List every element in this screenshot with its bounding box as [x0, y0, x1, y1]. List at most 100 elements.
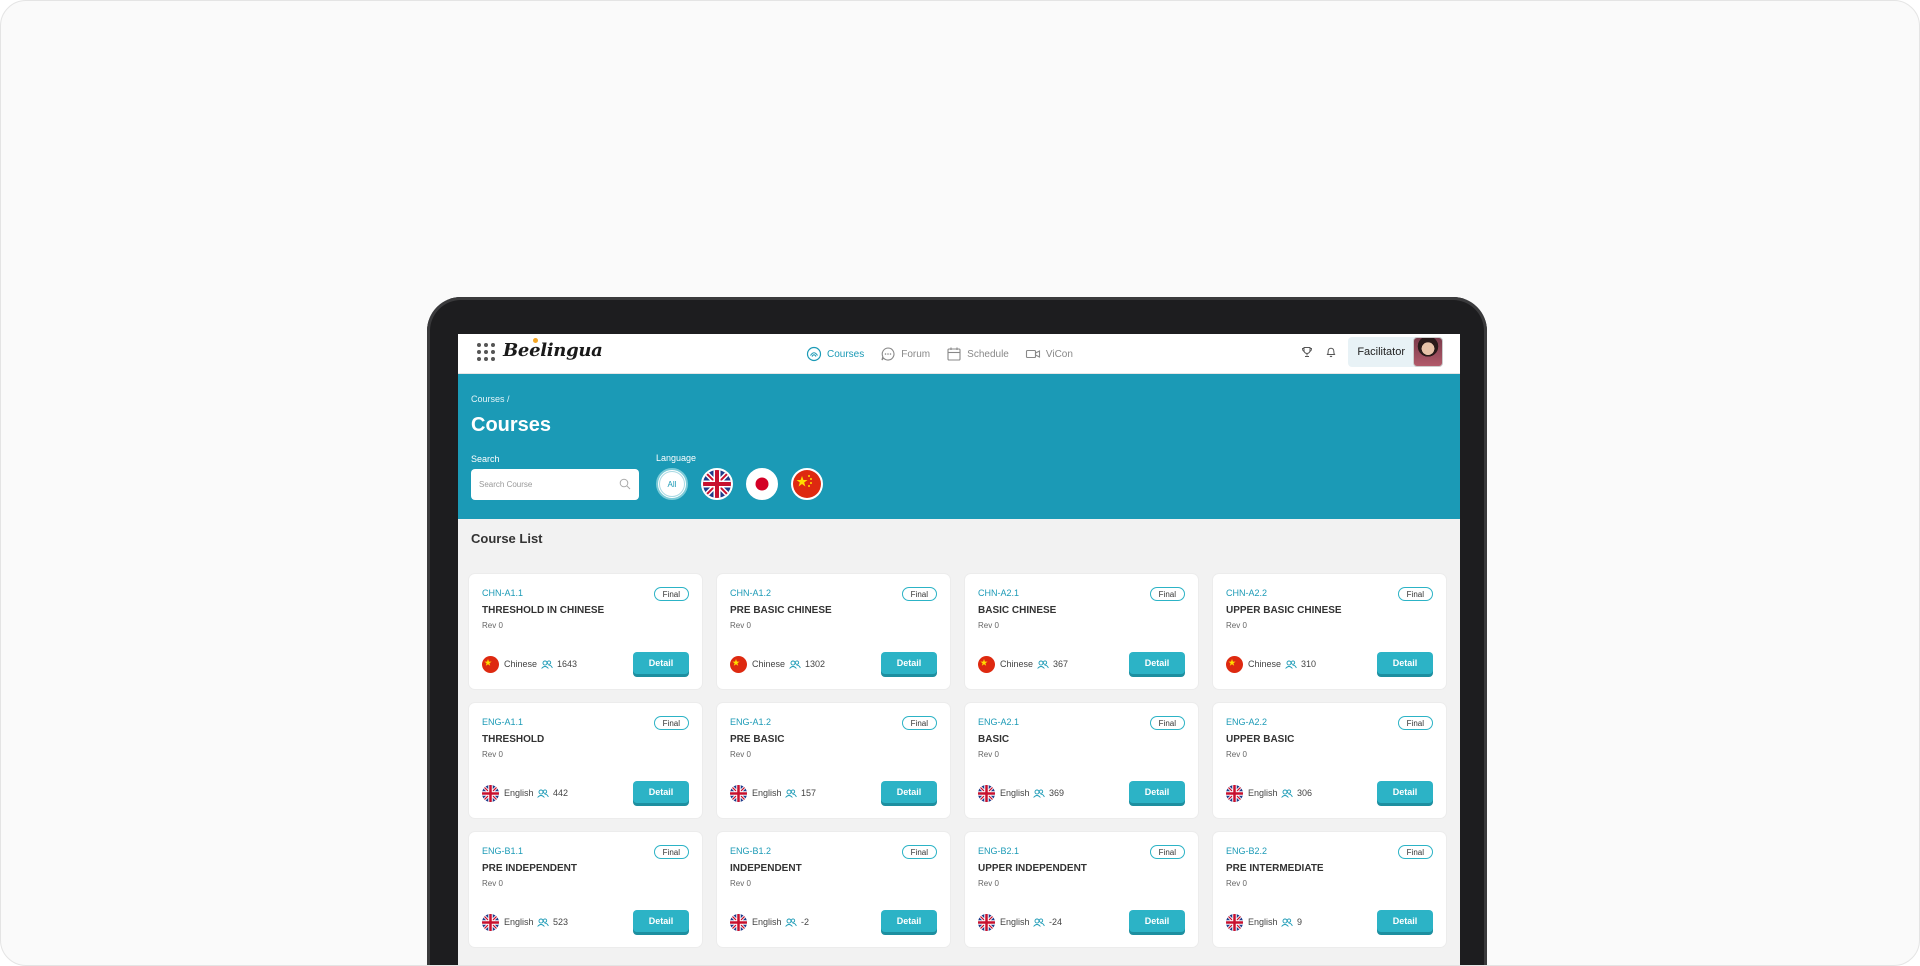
- nav-forum[interactable]: Forum: [880, 346, 930, 362]
- user-area: Facilitator: [1300, 337, 1443, 367]
- course-card[interactable]: ENG-A2.2 Final UPPER BASIC Rev 0 English 306 D…: [1213, 703, 1446, 818]
- enrolled-count: 306: [1281, 788, 1312, 798]
- top-navigation-bar: Beelingua Courses Forum Schedule ViCon F…: [458, 334, 1460, 374]
- enrolled-count: 1643: [541, 659, 577, 669]
- trophy-button[interactable]: [1300, 345, 1314, 359]
- china-flag-icon: [482, 656, 499, 673]
- detail-button[interactable]: Detail: [881, 652, 937, 674]
- course-name: BASIC CHINESE: [978, 605, 1057, 616]
- status-badge: Final: [653, 845, 689, 859]
- trophy-icon: [1302, 347, 1313, 357]
- course-code: ENG-A1.1: [482, 717, 524, 727]
- nav-courses[interactable]: Courses: [806, 346, 864, 362]
- notification-button[interactable]: [1324, 345, 1338, 359]
- users-icon: [1033, 917, 1045, 927]
- nav-schedule[interactable]: Schedule: [946, 346, 1009, 362]
- users-icon: [785, 917, 797, 927]
- detail-button[interactable]: Detail: [1377, 652, 1433, 674]
- app-logo[interactable]: Beelingua: [503, 340, 603, 361]
- course-card[interactable]: CHN-A2.2 Final UPPER BASIC CHINESE Rev 0 Chi…: [1213, 574, 1446, 689]
- course-card[interactable]: ENG-B2.1 Final UPPER INDEPENDENT Rev 0 Engli…: [965, 832, 1198, 947]
- detail-button[interactable]: Detail: [1129, 652, 1185, 674]
- enrolled-count: 9: [1281, 917, 1302, 927]
- course-name: THRESHOLD: [482, 734, 545, 745]
- detail-button[interactable]: Detail: [1129, 910, 1185, 932]
- course-card[interactable]: ENG-A1.2 Final PRE BASIC Rev 0 English 157 Det…: [717, 703, 950, 818]
- app-menu-grid-icon[interactable]: [477, 343, 495, 361]
- language-filter-all[interactable]: All: [656, 468, 688, 500]
- users-icon: [1281, 917, 1293, 927]
- detail-button[interactable]: Detail: [881, 910, 937, 932]
- course-card[interactable]: ENG-A2.1 Final BASIC Rev 0 English 369 Detail: [965, 703, 1198, 818]
- nav-vicon[interactable]: ViCon: [1025, 346, 1073, 362]
- course-code: ENG-B1.1: [482, 846, 524, 856]
- status-badge: Final: [1149, 587, 1185, 601]
- search-field[interactable]: [471, 469, 639, 500]
- user-menu[interactable]: Facilitator: [1348, 337, 1443, 367]
- course-card[interactable]: ENG-B1.2 Final INDEPENDENT Rev 0 English -2 De…: [717, 832, 950, 947]
- uk-flag-icon: [482, 785, 499, 802]
- users-icon: [1037, 659, 1049, 669]
- enrolled-count-value: -2: [801, 917, 810, 927]
- course-language: English: [752, 788, 782, 798]
- users-icon: [1281, 788, 1293, 798]
- uk-flag-icon: [730, 914, 747, 931]
- forum-icon: [881, 347, 895, 361]
- course-card[interactable]: ENG-B1.1 Final PRE INDEPENDENT Rev 0 English…: [469, 832, 702, 947]
- detail-button[interactable]: Detail: [1377, 910, 1433, 932]
- enrolled-count-value: 9: [1297, 917, 1303, 927]
- china-flag-icon: [1226, 656, 1243, 673]
- course-code: CHN-A1.2: [730, 588, 772, 598]
- enrolled-count: 367: [1037, 659, 1068, 669]
- status-badge: Final: [1397, 716, 1433, 730]
- courses-icon: [806, 346, 822, 362]
- app-screen: Beelingua Courses Forum Schedule ViCon F…: [458, 334, 1460, 965]
- enrolled-count-value: 369: [1049, 788, 1065, 798]
- language-filter-english[interactable]: [701, 468, 733, 500]
- enrolled-count-value: 306: [1297, 788, 1313, 798]
- course-code: ENG-B1.2: [730, 846, 772, 856]
- detail-button[interactable]: Detail: [1129, 781, 1185, 803]
- language-filter-japanese[interactable]: [746, 468, 778, 500]
- course-card[interactable]: CHN-A1.1 Final THRESHOLD IN CHINESE Rev 0 Ch…: [469, 574, 702, 689]
- course-name: PRE INDEPENDENT: [482, 863, 578, 874]
- search-input[interactable]: [479, 469, 609, 500]
- course-name: UPPER INDEPENDENT: [978, 863, 1087, 874]
- course-code: ENG-A2.2: [1226, 717, 1268, 727]
- bell-icon: [1326, 347, 1336, 358]
- enrolled-count-value: 157: [801, 788, 817, 798]
- uk-flag-icon: [730, 785, 747, 802]
- course-card[interactable]: ENG-A1.1 Final THRESHOLD Rev 0 English 442 Det…: [469, 703, 702, 818]
- course-revision: Rev 0: [482, 879, 503, 888]
- enrolled-count-value: 310: [1301, 659, 1317, 669]
- detail-button[interactable]: Detail: [633, 781, 689, 803]
- breadcrumb[interactable]: Courses /: [471, 394, 510, 404]
- uk-flag-icon: [703, 470, 731, 498]
- search-icon[interactable]: [619, 478, 631, 490]
- course-language: Chinese: [1248, 659, 1282, 669]
- course-card[interactable]: ENG-B2.2 Final PRE INTERMEDIATE Rev 0 Englis…: [1213, 832, 1446, 947]
- course-language: English: [752, 917, 782, 927]
- detail-button[interactable]: Detail: [881, 781, 937, 803]
- course-card[interactable]: CHN-A2.1 Final BASIC CHINESE Rev 0 Chinese 36…: [965, 574, 1198, 689]
- detail-button[interactable]: Detail: [633, 652, 689, 674]
- status-badge: Final: [901, 716, 937, 730]
- page-title: Courses: [471, 414, 552, 436]
- course-language: English: [1248, 788, 1278, 798]
- course-card[interactable]: CHN-A1.2 Final PRE BASIC CHINESE Rev 0 Chine…: [717, 574, 950, 689]
- detail-button[interactable]: Detail: [1377, 781, 1433, 803]
- course-revision: Rev 0: [730, 750, 751, 759]
- detail-button[interactable]: Detail: [633, 910, 689, 932]
- course-language: Chinese: [504, 659, 538, 669]
- avatar: [1413, 337, 1443, 367]
- course-revision: Rev 0: [482, 750, 503, 759]
- course-revision: Rev 0: [978, 750, 999, 759]
- status-badge: Final: [1149, 716, 1185, 730]
- language-filter-chinese[interactable]: [791, 468, 823, 500]
- course-code: ENG-A1.2: [730, 717, 772, 727]
- status-badge: Final: [901, 587, 937, 601]
- course-revision: Rev 0: [978, 621, 999, 630]
- video-icon: [1025, 349, 1040, 359]
- presentation-background: Beelingua Courses Forum Schedule ViCon F…: [0, 0, 1920, 966]
- course-name: BASIC: [978, 734, 1010, 745]
